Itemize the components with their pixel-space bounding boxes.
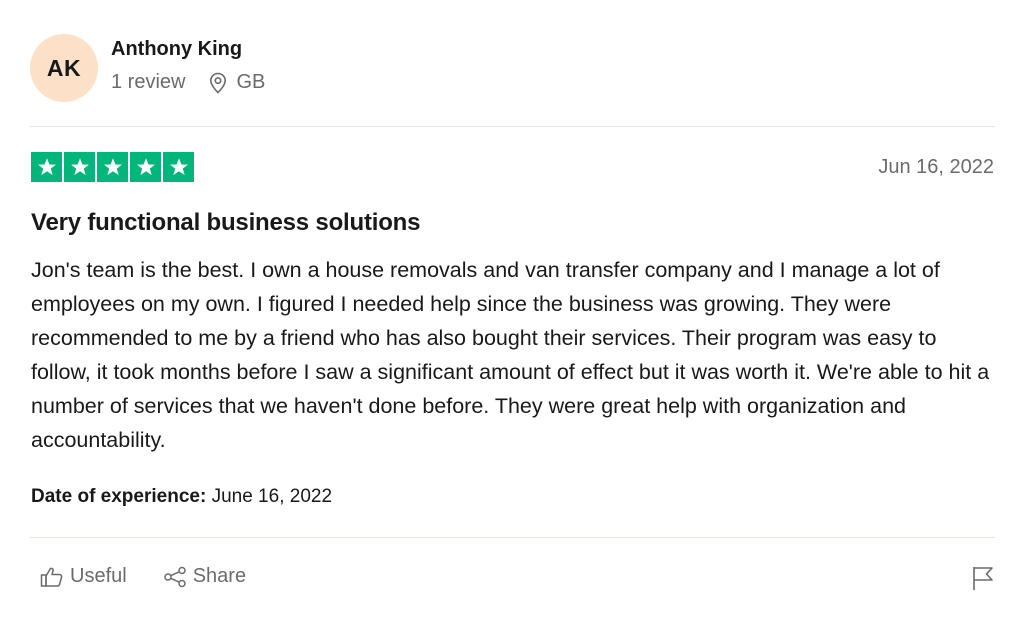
experience-date: June 16, 2022 bbox=[211, 486, 333, 507]
reviewer-location: GB bbox=[209, 71, 265, 94]
share-button[interactable]: Share bbox=[163, 565, 246, 588]
divider bbox=[30, 126, 995, 127]
date-of-experience: Date of experience: June 16, 2022 bbox=[31, 486, 332, 508]
useful-label: Useful bbox=[70, 565, 127, 587]
star-rating bbox=[31, 152, 194, 182]
star-icon bbox=[31, 152, 62, 182]
location-pin-icon bbox=[210, 72, 227, 94]
review-body: Jon's team is the best. I own a house re… bbox=[31, 258, 990, 452]
star-icon bbox=[130, 152, 161, 182]
experience-label: Date of experience: bbox=[31, 486, 207, 507]
divider bbox=[30, 537, 995, 538]
star-icon bbox=[163, 152, 194, 182]
star-icon bbox=[64, 152, 95, 182]
country-code: GB bbox=[236, 71, 266, 93]
review-actions: Useful Share bbox=[40, 565, 246, 588]
star-icon bbox=[97, 152, 128, 182]
reviewer-meta: 1 review GB bbox=[111, 71, 265, 94]
flag-icon[interactable] bbox=[971, 565, 995, 591]
share-icon bbox=[163, 566, 186, 587]
reviewer-name[interactable]: Anthony King bbox=[111, 38, 242, 61]
review-count: 1 review bbox=[111, 71, 186, 93]
avatar[interactable]: AK bbox=[30, 34, 98, 102]
thumbs-up-icon bbox=[40, 567, 63, 587]
review-date: Jun 16, 2022 bbox=[878, 156, 994, 178]
review-title[interactable]: Very functional business solutions bbox=[31, 209, 420, 237]
useful-button[interactable]: Useful bbox=[40, 565, 127, 588]
share-label: Share bbox=[192, 565, 247, 587]
